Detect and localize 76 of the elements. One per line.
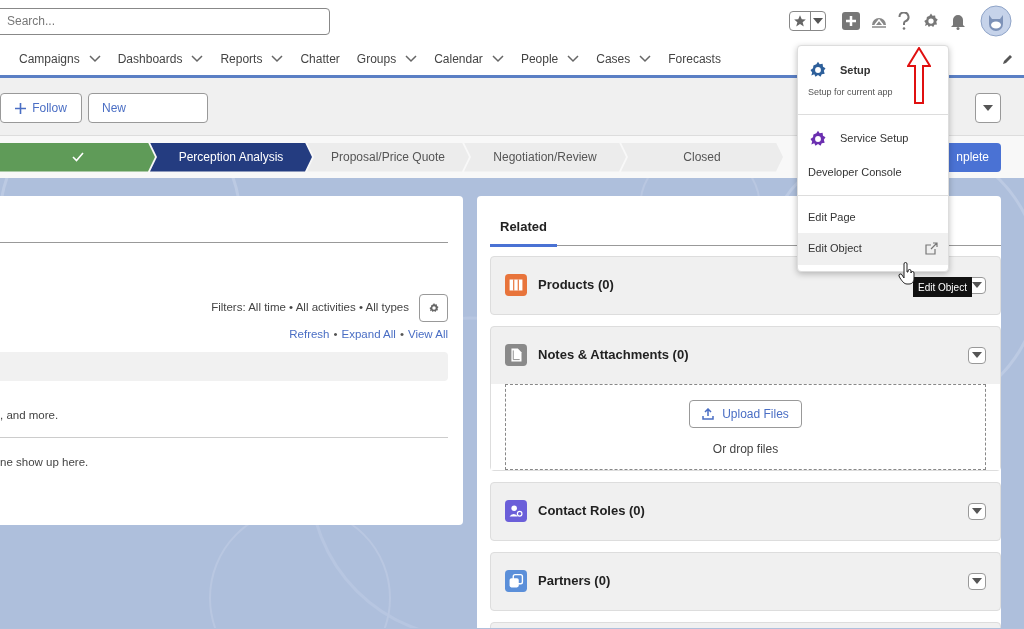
caret-icon bbox=[491, 54, 504, 63]
caret-icon bbox=[972, 282, 982, 288]
drop-files-text: Or drop files bbox=[712, 440, 779, 458]
caret-icon bbox=[271, 54, 284, 63]
nav-tab[interactable]: Forecasts bbox=[668, 49, 721, 68]
section-title[interactable]: Products (0) bbox=[538, 275, 614, 295]
menu-item[interactable]: Service Setup bbox=[798, 113, 948, 157]
upload-files-button[interactable]: Upload Files bbox=[689, 399, 802, 428]
nav-tab[interactable]: Calendar bbox=[434, 49, 504, 68]
arrow-drawing bbox=[907, 47, 931, 104]
caret-icon bbox=[639, 54, 652, 63]
menu-item-label: Edit Page bbox=[808, 209, 856, 225]
nav-tab[interactable]: Groups bbox=[356, 49, 418, 68]
help-icon[interactable] bbox=[898, 12, 910, 30]
pencil-icon[interactable] bbox=[1002, 52, 1014, 65]
external-link-icon bbox=[925, 242, 938, 255]
plus-icon bbox=[15, 102, 27, 114]
more-actions-button[interactable] bbox=[975, 93, 1001, 123]
menu-item-label: Setup bbox=[840, 62, 871, 78]
path-step[interactable]: Perception Analysis bbox=[150, 142, 312, 172]
section-title[interactable]: Contact Roles (0) bbox=[538, 501, 645, 521]
follow-button[interactable]: Follow bbox=[0, 93, 82, 123]
caret-icon bbox=[813, 18, 823, 24]
search-field[interactable]: Search... bbox=[0, 7, 330, 35]
section-menu-button[interactable] bbox=[968, 346, 986, 364]
filter-settings-button[interactable] bbox=[419, 294, 448, 322]
check-icon bbox=[71, 152, 84, 162]
activity-text: ne show up here. bbox=[0, 454, 90, 470]
section-menu-button[interactable] bbox=[968, 572, 986, 590]
favorites-button[interactable] bbox=[789, 11, 826, 31]
nav-tab[interactable]: Chatter bbox=[300, 49, 340, 68]
menu-item-label: Edit Object bbox=[808, 241, 862, 257]
related-tab[interactable]: Related bbox=[490, 217, 557, 247]
path-step[interactable]: Closed bbox=[621, 142, 783, 172]
menu-item[interactable]: Setup Setup for current app bbox=[798, 52, 948, 108]
caret-icon bbox=[88, 54, 101, 63]
plus-icon[interactable] bbox=[842, 12, 860, 30]
settings-icon[interactable] bbox=[922, 12, 940, 30]
caret-icon bbox=[983, 105, 993, 111]
path-step[interactable]: Proposal/Price Quote bbox=[307, 142, 469, 172]
menu-item-subtitle: Setup for current app bbox=[808, 86, 894, 99]
caret-icon bbox=[567, 54, 580, 63]
activity-link[interactable]: Refresh bbox=[289, 326, 330, 344]
settings-icon bbox=[427, 302, 440, 314]
nav-tab[interactable]: Dashboards bbox=[117, 49, 204, 68]
path-step[interactable]: Negotiation/Review bbox=[464, 142, 626, 172]
section-title[interactable]: Notes & Attachments (0) bbox=[538, 345, 689, 365]
separator-dot: • bbox=[399, 327, 404, 342]
activity-link[interactable]: Expand All bbox=[341, 326, 396, 344]
nav-tab[interactable]: Campaigns bbox=[19, 49, 101, 68]
menu-item-label: Service Setup bbox=[840, 131, 909, 147]
caret-icon bbox=[972, 508, 982, 514]
caret-icon bbox=[191, 54, 204, 63]
filters-text: Filters: All time • All activities • All types bbox=[211, 300, 409, 316]
bell-icon[interactable] bbox=[950, 12, 966, 30]
separator-dot: • bbox=[333, 327, 338, 342]
menu-item-label: Developer Console bbox=[808, 165, 902, 181]
drop-zone[interactable]: Upload Files Or drop files bbox=[505, 383, 986, 470]
nav-tab[interactable]: Reports bbox=[220, 49, 284, 68]
tooltip: Edit Object bbox=[913, 277, 972, 297]
caret-icon bbox=[405, 54, 418, 63]
section-menu-button[interactable] bbox=[968, 502, 986, 520]
nav-tab[interactable]: People bbox=[520, 49, 580, 68]
nav-tab[interactable]: Cases bbox=[596, 49, 652, 68]
avatar[interactable] bbox=[980, 5, 1012, 37]
section-title[interactable]: Partners (0) bbox=[538, 571, 611, 591]
caret-icon bbox=[972, 578, 982, 584]
star-icon bbox=[793, 14, 807, 28]
upload-icon bbox=[702, 407, 715, 420]
path-step[interactable] bbox=[0, 142, 155, 172]
menu-item[interactable]: Edit Object bbox=[798, 232, 948, 265]
new-button[interactable]: New bbox=[88, 93, 208, 123]
activity-link[interactable]: View All bbox=[407, 326, 448, 344]
activity-text: , and more. bbox=[0, 408, 60, 424]
caret-icon bbox=[972, 352, 982, 358]
menu-item[interactable]: Edit Page bbox=[798, 194, 948, 233]
